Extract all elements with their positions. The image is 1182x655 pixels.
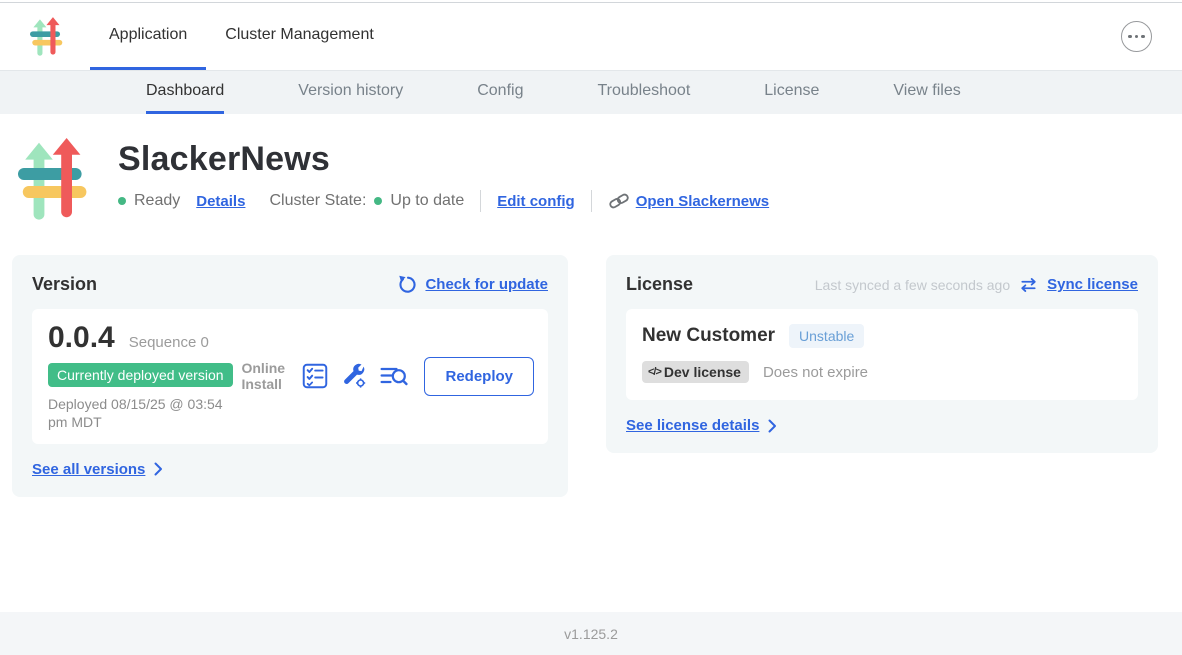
console-footer: v1.125.2 bbox=[0, 612, 1182, 655]
top-navbar: Application Cluster Management bbox=[0, 3, 1182, 70]
overflow-menu-button[interactable] bbox=[1121, 21, 1152, 52]
redeploy-button[interactable]: Redeploy bbox=[424, 357, 534, 396]
version-card-title: Version bbox=[32, 274, 97, 295]
ellipsis-icon bbox=[1128, 35, 1132, 39]
cluster-state-text: Up to date bbox=[390, 192, 464, 210]
console-version: v1.125.2 bbox=[564, 626, 618, 642]
license-expiry: Does not expire bbox=[763, 364, 868, 381]
customer-name: New Customer bbox=[642, 325, 775, 347]
chain-link-icon bbox=[608, 190, 630, 212]
subnav-item-config[interactable]: Config bbox=[477, 71, 523, 114]
edit-config-link[interactable]: Edit config bbox=[497, 193, 575, 210]
subnav-troubleshoot-label: Troubleshoot bbox=[597, 82, 690, 100]
code-tag-icon: </> bbox=[648, 366, 661, 378]
version-card: Version Check for update 0.0.4 Sequence … bbox=[12, 255, 568, 497]
tab-application[interactable]: Application bbox=[90, 3, 206, 70]
cluster-state-dot bbox=[374, 197, 382, 205]
subnav-view-files-label: View files bbox=[893, 82, 960, 100]
subnav-version-history-label: Version history bbox=[298, 82, 403, 100]
chevron-right-icon bbox=[154, 462, 163, 476]
current-version-panel: 0.0.4 Sequence 0 Currently deployed vers… bbox=[32, 309, 548, 444]
subnav-item-troubleshoot[interactable]: Troubleshoot bbox=[597, 71, 690, 114]
last-synced-text: Last synced a few seconds ago bbox=[815, 277, 1010, 293]
dashboard-cards: Version Check for update 0.0.4 Sequence … bbox=[0, 222, 1182, 497]
sequence-label: Sequence 0 bbox=[129, 334, 209, 351]
subnav-license-label: License bbox=[764, 82, 819, 100]
app-logo[interactable] bbox=[30, 3, 64, 70]
open-app-link[interactable]: Open Slackernews bbox=[608, 190, 769, 212]
app-logo-icon bbox=[30, 17, 64, 57]
install-type-label: Online Install bbox=[241, 360, 289, 392]
subnav-item-version-history[interactable]: Version history bbox=[298, 71, 403, 114]
subnav-item-license[interactable]: License bbox=[764, 71, 819, 114]
version-number: 0.0.4 bbox=[48, 322, 115, 354]
license-card: License Last synced a few seconds ago Sy… bbox=[606, 255, 1158, 453]
deployed-timestamp: Deployed 08/15/25 @ 03:54 pm MDT bbox=[48, 395, 234, 431]
tab-cluster-management[interactable]: Cluster Management bbox=[206, 3, 393, 70]
app-status-text: Ready bbox=[134, 192, 180, 210]
app-subnav: Dashboard Version history Config Trouble… bbox=[0, 70, 1182, 114]
see-license-details-link[interactable]: See license details bbox=[626, 417, 759, 434]
top-nav-tabs: Application Cluster Management bbox=[90, 3, 393, 70]
channel-badge: Unstable bbox=[789, 324, 864, 348]
chevron-right-icon bbox=[768, 419, 777, 433]
preflight-checks-icon[interactable] bbox=[302, 363, 328, 389]
subnav-config-label: Config bbox=[477, 82, 523, 100]
refresh-icon bbox=[397, 275, 416, 294]
cluster-state-label: Cluster State: bbox=[269, 192, 366, 210]
subnav-item-view-files[interactable]: View files bbox=[893, 71, 960, 114]
subnav-item-dashboard[interactable]: Dashboard bbox=[146, 71, 224, 114]
app-status-dot bbox=[118, 197, 126, 205]
subnav-dashboard-label: Dashboard bbox=[146, 82, 224, 100]
app-header: SlackerNews Ready Details Cluster State:… bbox=[0, 114, 1182, 222]
license-type-tag: </> Dev license bbox=[642, 361, 749, 383]
sync-license-link[interactable]: Sync license bbox=[1047, 276, 1138, 293]
divider bbox=[591, 190, 592, 212]
dashboard-main: SlackerNews Ready Details Cluster State:… bbox=[0, 114, 1182, 612]
tab-application-label: Application bbox=[109, 26, 187, 44]
sync-arrows-icon bbox=[1019, 277, 1038, 293]
edit-config-icon[interactable] bbox=[341, 363, 367, 389]
deployed-badge: Currently deployed version bbox=[48, 363, 233, 387]
see-all-versions-link[interactable]: See all versions bbox=[32, 461, 145, 478]
page-title: SlackerNews bbox=[118, 140, 769, 179]
status-details-link[interactable]: Details bbox=[196, 193, 245, 210]
tab-cluster-management-label: Cluster Management bbox=[225, 26, 374, 44]
license-card-title: License bbox=[626, 274, 693, 295]
divider bbox=[480, 190, 481, 212]
app-icon bbox=[18, 138, 90, 222]
view-diff-icon[interactable] bbox=[380, 364, 408, 388]
license-panel: New Customer Unstable </> Dev license Do… bbox=[626, 309, 1138, 400]
app-status-row: Ready Details Cluster State: Up to date … bbox=[118, 190, 769, 212]
check-for-update-link[interactable]: Check for update bbox=[425, 276, 548, 293]
license-type-label: Dev license bbox=[664, 364, 741, 380]
